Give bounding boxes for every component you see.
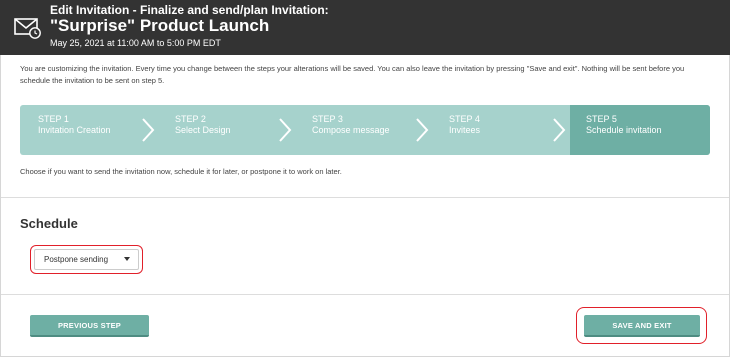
header-subtitle: Edit Invitation - Finalize and send/plan… (50, 3, 329, 17)
chevron-right-icon (553, 118, 566, 142)
step-progress-bar: STEP 1 Invitation Creation STEP 2 Select… (20, 105, 710, 155)
caret-down-icon (124, 257, 130, 261)
step-5-number: STEP 5 (586, 114, 617, 124)
mail-clock-icon (14, 18, 41, 39)
previous-step-button[interactable]: PREVIOUS STEP (30, 315, 149, 337)
divider (1, 294, 729, 295)
page-title: "Surprise" Product Launch (50, 16, 270, 35)
schedule-heading: Schedule (20, 216, 78, 231)
event-datetime: May 25, 2021 at 11:00 AM to 5:00 PM EDT (50, 38, 221, 48)
step-5-label: Schedule invitation (586, 125, 662, 135)
step-5[interactable]: STEP 5 Schedule invitation (570, 105, 710, 155)
schedule-instructions: Choose if you want to send the invitatio… (20, 167, 342, 176)
divider (1, 197, 729, 198)
intro-text: You are customizing the invitation. Ever… (20, 64, 685, 85)
save-and-exit-button[interactable]: SAVE AND EXIT (584, 315, 700, 337)
schedule-select-value: Postpone sending (44, 255, 109, 264)
schedule-select[interactable]: Postpone sending (34, 249, 139, 270)
page-header: Edit Invitation - Finalize and send/plan… (0, 0, 730, 55)
